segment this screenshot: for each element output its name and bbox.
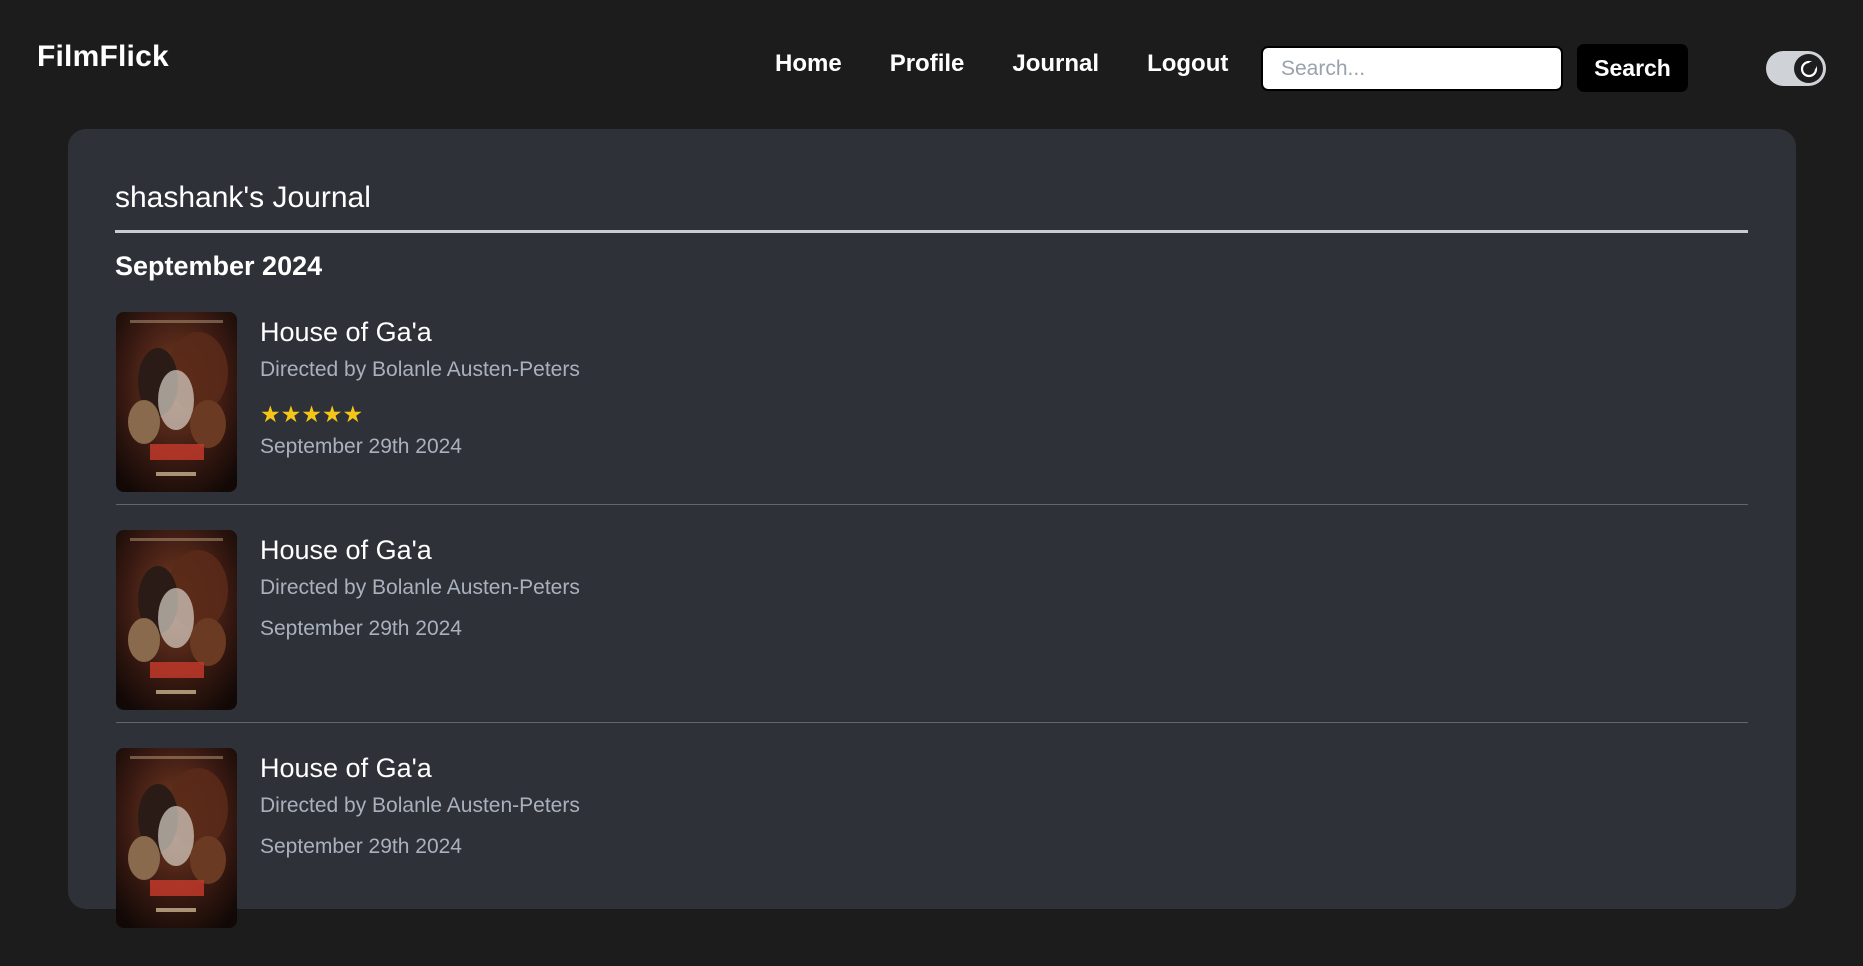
nav-link-journal[interactable]: Journal <box>1012 48 1099 80</box>
director-text: Directed by Bolanle Austen-Peters <box>260 794 580 817</box>
journal-card: shashank's Journal September 2024 House … <box>68 129 1796 928</box>
nav-link-profile[interactable]: Profile <box>890 48 965 80</box>
rating-stars: ★★★★★ <box>260 401 364 427</box>
dark-mode-icon <box>1794 54 1823 83</box>
movie-poster[interactable] <box>116 530 237 710</box>
journal-entry: House of Ga'a Directed by Bolanle Austen… <box>116 530 1748 748</box>
theme-toggle[interactable] <box>1766 51 1826 86</box>
movie-title[interactable]: House of Ga'a <box>260 317 432 348</box>
nav-link-logout[interactable]: Logout <box>1147 48 1228 80</box>
journal-entry: House of Ga'a Directed by Bolanle Austen… <box>116 312 1748 530</box>
director-text: Directed by Bolanle Austen-Peters <box>260 576 580 599</box>
movie-title[interactable]: House of Ga'a <box>260 753 432 784</box>
page-title: shashank's Journal <box>115 181 371 214</box>
brand-logo[interactable]: FilmFlick <box>37 40 169 74</box>
nav-links: Home Profile Journal Logout <box>775 48 1228 80</box>
entry-date: September 29th 2024 <box>260 835 462 858</box>
entry-date: September 29th 2024 <box>260 617 462 640</box>
search-input[interactable] <box>1261 46 1563 91</box>
title-divider <box>115 230 1748 233</box>
entry-divider <box>116 722 1748 723</box>
search-button[interactable]: Search <box>1577 44 1688 92</box>
director-text: Directed by Bolanle Austen-Peters <box>260 358 580 381</box>
journal-entry: House of Ga'a Directed by Bolanle Austen… <box>116 748 1748 966</box>
movie-poster[interactable] <box>116 748 237 928</box>
top-navbar: FilmFlick Home Profile Journal Logout Se… <box>0 0 1863 128</box>
nav-link-home[interactable]: Home <box>775 48 842 80</box>
entry-date: September 29th 2024 <box>260 435 462 458</box>
movie-title[interactable]: House of Ga'a <box>260 535 432 566</box>
month-heading: September 2024 <box>115 251 323 281</box>
movie-poster[interactable] <box>116 312 237 492</box>
entry-divider <box>116 504 1748 505</box>
